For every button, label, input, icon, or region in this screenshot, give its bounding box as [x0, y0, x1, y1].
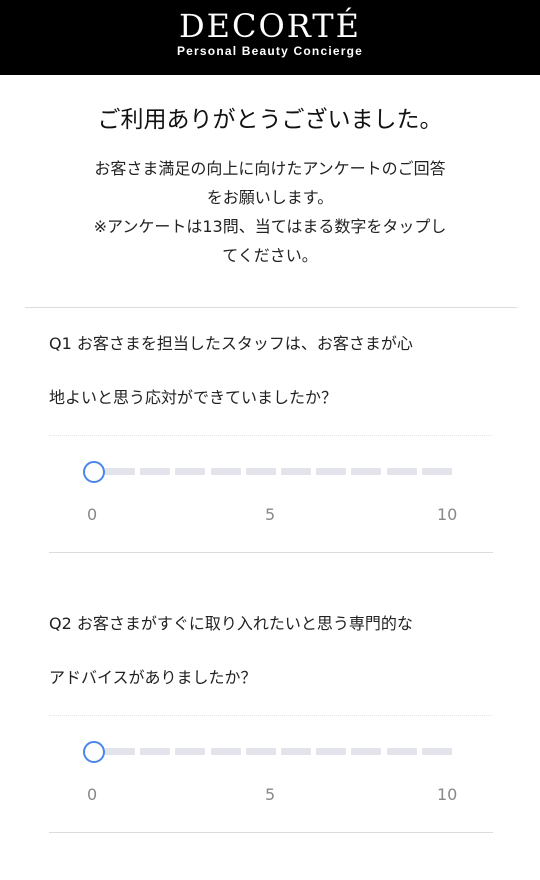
question-divider	[49, 552, 493, 553]
slider-track-segment[interactable]	[140, 468, 171, 475]
intro-line: てください。	[222, 246, 318, 265]
scale-max-label: 10	[437, 785, 458, 804]
slider-track-segment[interactable]	[210, 468, 241, 475]
rating-slider-q1[interactable]	[83, 460, 453, 484]
slider-track-segment[interactable]	[316, 748, 347, 755]
slider-track-segment[interactable]	[105, 468, 135, 475]
brand-tagline: Personal Beauty Concierge	[176, 44, 364, 58]
question-divider	[49, 715, 493, 716]
slider-track-segment[interactable]	[210, 748, 241, 755]
rating-slider-q2[interactable]	[83, 740, 453, 764]
brand-logo: DECORTÉ	[179, 7, 361, 45]
slider-track-segment[interactable]	[105, 748, 135, 755]
app-header: DECORTÉ Personal Beauty Concierge	[0, 0, 540, 75]
intro-line: ※アンケートは13問、当てはまる数字をタップし	[93, 217, 447, 236]
intro-line: お客さま満足の向上に向けたアンケートのご回答	[94, 159, 446, 178]
slider-track-segment[interactable]	[175, 748, 206, 755]
section-divider	[25, 307, 517, 308]
slider-knob[interactable]	[83, 741, 105, 763]
slider-track-segment[interactable]	[316, 468, 347, 475]
slider-track-segment[interactable]	[245, 748, 276, 755]
question-text-line: Q2 お客さまがすぐに取り入れたいと思う専門的な	[49, 614, 413, 633]
slider-track-segment[interactable]	[351, 468, 382, 475]
scale-mid-label: 5	[265, 505, 276, 524]
slider-track-segment[interactable]	[421, 748, 452, 755]
scale-min-label: 0	[87, 785, 98, 804]
slider-track-segment[interactable]	[245, 468, 276, 475]
slider-knob[interactable]	[83, 461, 105, 483]
slider-track-segment[interactable]	[386, 468, 417, 475]
question-divider	[49, 435, 493, 436]
thanks-title: ご利用ありがとうございました。	[97, 107, 443, 133]
scale-min-label: 0	[87, 505, 98, 524]
question-text-line: 地よいと思う応対ができていましたか？	[49, 388, 338, 407]
slider-track-segment[interactable]	[386, 748, 417, 755]
slider-track-segment[interactable]	[421, 468, 452, 475]
slider-track-segment[interactable]	[140, 748, 171, 755]
question-text-line: Q1 お客さまを担当したスタッフは、お客さまが心	[49, 334, 413, 353]
slider-track-segment[interactable]	[281, 468, 311, 475]
slider-track-segment[interactable]	[351, 748, 382, 755]
question-divider	[49, 832, 493, 833]
intro-line: をお願いします。	[206, 188, 334, 207]
slider-track-segment[interactable]	[281, 748, 311, 755]
slider-track-segment[interactable]	[175, 468, 206, 475]
question-text-line: アドバイスがありましたか？	[49, 668, 257, 687]
scale-mid-label: 5	[265, 785, 276, 804]
scale-max-label: 10	[437, 505, 458, 524]
survey-intro: お客さま満足の向上に向けたアンケートのご回答 をお願いします。 ※アンケートは1…	[40, 154, 500, 270]
